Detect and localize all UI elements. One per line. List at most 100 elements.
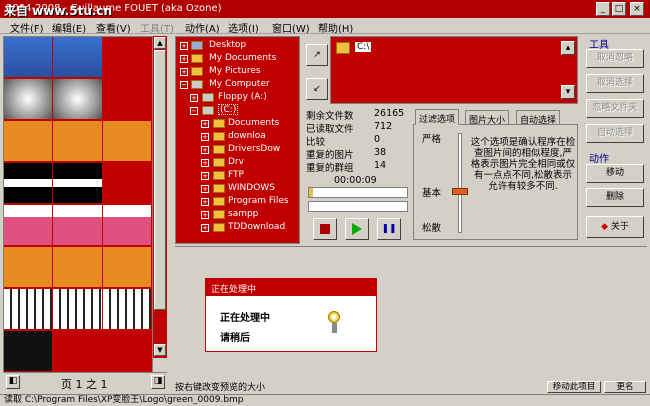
selected-folders-list[interactable]: C:\ ▴ ▾ bbox=[330, 36, 578, 104]
collapse-icon[interactable]: − bbox=[180, 81, 188, 89]
menu-file[interactable]: 文件(F) bbox=[10, 20, 44, 35]
expand-icon[interactable]: + bbox=[190, 94, 198, 102]
thumbnail-silver[interactable] bbox=[4, 79, 54, 119]
collapse-icon[interactable]: − bbox=[190, 107, 198, 115]
expand-icon[interactable]: + bbox=[180, 68, 188, 76]
thumbnail-music[interactable] bbox=[53, 289, 103, 329]
minimize-button[interactable]: _ bbox=[596, 2, 610, 16]
thumbnail-music[interactable] bbox=[102, 289, 152, 329]
tree-item-folder[interactable]: TDDownload bbox=[228, 222, 285, 233]
rename-button[interactable]: 更名 bbox=[604, 381, 646, 393]
ignore-folder-button[interactable]: 忽略文件夹 bbox=[586, 99, 644, 118]
thumbnail-orange[interactable] bbox=[4, 121, 54, 161]
tree-item-folder[interactable]: Program Files bbox=[228, 196, 289, 207]
thumbnail-silver[interactable] bbox=[53, 79, 103, 119]
cancel-ignore-button[interactable]: 取消忽略 bbox=[586, 49, 644, 68]
thumbnail-orange[interactable] bbox=[53, 121, 103, 161]
expand-icon[interactable]: + bbox=[201, 198, 209, 206]
thumbnail-orange[interactable] bbox=[102, 247, 152, 287]
thumbnail-row bbox=[4, 247, 152, 289]
play-button[interactable] bbox=[345, 218, 369, 240]
menu-options[interactable]: 选项(I) bbox=[228, 20, 259, 35]
expand-icon[interactable]: + bbox=[201, 172, 209, 180]
tree-item-my-computer[interactable]: My Computer bbox=[209, 79, 270, 90]
thumbnail-windows-logo[interactable] bbox=[53, 37, 103, 77]
thumbnail-panel[interactable] bbox=[3, 36, 153, 374]
expand-icon[interactable]: + bbox=[201, 211, 209, 219]
tree-item-floppy[interactable]: Floppy (A:) bbox=[218, 92, 267, 103]
scroll-down-arrow[interactable]: ▼ bbox=[154, 344, 166, 356]
thumbnail-windows-logo[interactable] bbox=[4, 37, 54, 77]
expand-icon[interactable]: + bbox=[201, 146, 209, 154]
delete-button[interactable]: 删除 bbox=[586, 188, 644, 207]
remove-folder-button[interactable]: ↙ bbox=[306, 78, 328, 100]
scroll-up-arrow[interactable]: ▲ bbox=[154, 37, 166, 49]
tree-item-folder[interactable]: Documents bbox=[228, 118, 279, 129]
thumbnail-pink[interactable] bbox=[53, 205, 103, 245]
pager-last-icon[interactable]: ◨ bbox=[151, 375, 165, 389]
folder-down-button[interactable]: ▾ bbox=[561, 85, 575, 99]
tab-auto-select[interactable]: 自动选择 bbox=[516, 110, 561, 126]
expand-icon[interactable]: + bbox=[201, 224, 209, 232]
folder-tree[interactable]: + Desktop + My Documents + My Pictures −… bbox=[175, 36, 300, 244]
expand-icon[interactable]: + bbox=[201, 185, 209, 193]
thumbnail-orange[interactable] bbox=[53, 247, 103, 287]
tree-item-folder[interactable]: Drv bbox=[228, 157, 244, 168]
tree-item-my-documents[interactable]: My Documents bbox=[209, 53, 276, 64]
tab-filter-options[interactable]: 过滤选项 bbox=[415, 109, 460, 125]
expand-icon[interactable]: + bbox=[201, 159, 209, 167]
folder-up-button[interactable]: ▴ bbox=[561, 41, 575, 55]
thumbnail-orange[interactable] bbox=[102, 121, 152, 161]
expand-icon[interactable]: + bbox=[180, 55, 188, 63]
expand-icon[interactable]: + bbox=[201, 120, 209, 128]
tree-item-folder[interactable]: downloa bbox=[228, 131, 266, 142]
tree-item-folder[interactable]: sampp bbox=[228, 209, 258, 220]
thumbnail-stripe[interactable] bbox=[53, 163, 103, 203]
menu-view[interactable]: 查看(V) bbox=[96, 20, 131, 35]
tree-item-folder[interactable]: WINDOWS bbox=[228, 183, 275, 194]
close-button[interactable]: × bbox=[630, 2, 644, 16]
pager-first-icon[interactable]: ◧ bbox=[6, 375, 20, 389]
about-button[interactable]: ◆ 关于 bbox=[586, 216, 644, 238]
add-folder-button[interactable]: ↗ bbox=[306, 44, 328, 66]
tree-item-folder[interactable]: DriversDow bbox=[228, 144, 280, 155]
expand-icon[interactable]: + bbox=[201, 133, 209, 141]
menu-window[interactable]: 窗口(W) bbox=[272, 20, 310, 35]
tab-image-size[interactable]: 图片大小 bbox=[465, 110, 510, 126]
tree-item-folder[interactable]: FTP bbox=[228, 170, 244, 181]
cancel-selection-button[interactable]: 取消选择 bbox=[586, 74, 644, 93]
thumbnail-pink[interactable] bbox=[4, 205, 54, 245]
pause-button[interactable]: ❚❚ bbox=[377, 218, 401, 240]
selected-folder-path[interactable]: C:\ bbox=[355, 42, 372, 52]
thumbnail-stripe[interactable] bbox=[4, 163, 54, 203]
thumbnail-dark[interactable] bbox=[4, 331, 54, 371]
folder-icon bbox=[213, 119, 225, 128]
thumbnail-pink[interactable] bbox=[102, 205, 152, 245]
move-item-button[interactable]: 移动此项目 bbox=[547, 381, 601, 393]
thumbnail-music[interactable] bbox=[4, 289, 54, 329]
floppy-icon bbox=[202, 93, 214, 102]
maximize-button[interactable]: □ bbox=[612, 2, 626, 16]
thumbnail-scrollbar[interactable]: ▲ ▼ bbox=[153, 36, 167, 358]
menu-actions[interactable]: 动作(A) bbox=[185, 20, 220, 35]
tree-item-my-pictures[interactable]: My Pictures bbox=[209, 66, 261, 77]
thumbnail-orange[interactable] bbox=[4, 247, 54, 287]
scroll-thumb[interactable] bbox=[154, 50, 166, 310]
stop-button[interactable] bbox=[313, 218, 337, 240]
menu-edit[interactable]: 编辑(E) bbox=[52, 20, 86, 35]
thumbnail-row bbox=[4, 331, 152, 373]
move-button[interactable]: 移动 bbox=[586, 164, 644, 183]
tree-item-c-drive[interactable]: (C:) bbox=[218, 104, 239, 115]
thumbnail-row bbox=[4, 163, 152, 205]
menu-tools[interactable]: 工具(T) bbox=[140, 20, 174, 35]
lightbulb-icon bbox=[328, 311, 340, 323]
thumbnail-row bbox=[4, 37, 152, 79]
expand-icon[interactable]: + bbox=[180, 42, 188, 50]
similarity-slider-thumb[interactable] bbox=[452, 188, 468, 195]
tree-item-desktop[interactable]: Desktop bbox=[209, 40, 246, 51]
menu-help[interactable]: 帮助(H) bbox=[318, 20, 353, 35]
similarity-slider-track[interactable] bbox=[458, 133, 462, 233]
menu-bar: 文件(F) 编辑(E) 查看(V) 工具(T) 动作(A) 选项(I) 窗口(W… bbox=[0, 18, 650, 35]
thumbnail-row bbox=[4, 205, 152, 247]
auto-select-button[interactable]: 自动选择 bbox=[586, 124, 644, 143]
